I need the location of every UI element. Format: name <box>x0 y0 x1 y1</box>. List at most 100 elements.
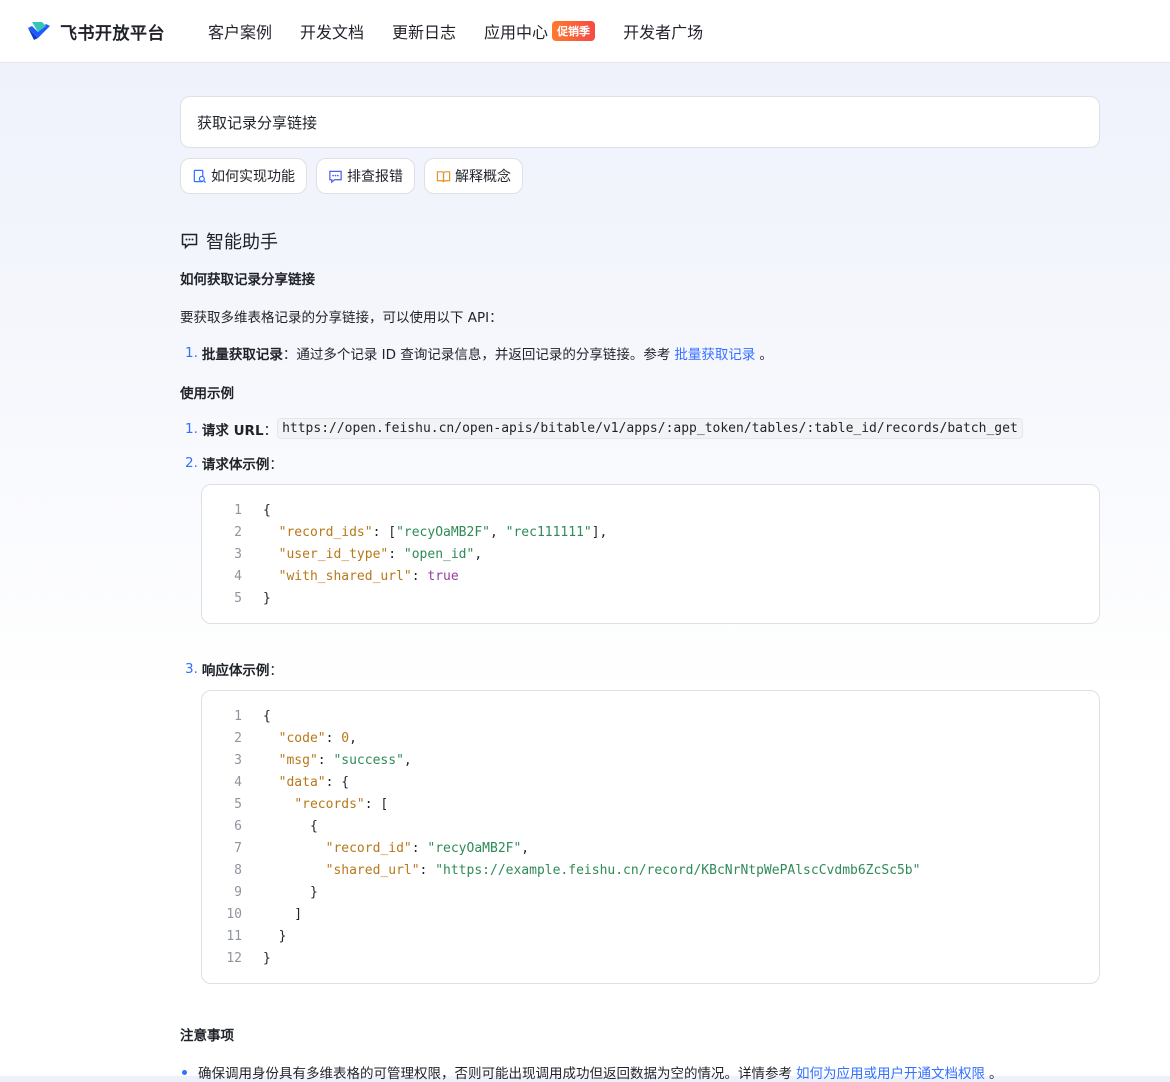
notes-heading: 注意事项 <box>180 1028 234 1044</box>
response-body-item: 3. 响应体示例 ： <box>185 659 1100 679</box>
bullet-dot <box>182 1069 187 1075</box>
line-number: 9 <box>234 884 242 900</box>
line-number: 10 <box>226 906 242 922</box>
list-number: 1. <box>185 345 198 361</box>
chip-label: 排查报错 <box>347 169 403 185</box>
nav-label: 更新日志 <box>392 23 457 42</box>
line-number: 5 <box>234 590 242 606</box>
nav-label: 客户案例 <box>208 23 273 42</box>
code-line: 10 ] <box>202 903 1099 925</box>
list-number: 3. <box>185 661 198 677</box>
search-input[interactable]: 获取记录分享链接 <box>180 96 1100 148</box>
code-text: "with_shared_url": true <box>278 568 459 584</box>
quick-chips: 如何实现功能 排查报错 解释概念 <box>180 158 1100 194</box>
code-text: "user_id_type": "open_id", <box>278 546 483 562</box>
code-line: 4 "data": { <box>202 771 1099 793</box>
batch-get-records-link[interactable]: 批量获取记录 <box>674 343 755 363</box>
note-text: 确保调用身份具有多维表格的可管理权限，否则可能出现调用成功但返回数据为空的情况。… <box>198 1066 792 1082</box>
doc-search-icon <box>193 169 207 183</box>
assistant-chat-icon <box>181 233 198 250</box>
code-text: "data": { <box>278 774 350 790</box>
step-label: 响应体示例 <box>201 663 270 679</box>
answer-heading: 如何获取记录分享链接 <box>180 272 315 288</box>
code-text: "code": 0, <box>278 730 357 746</box>
api-name: 批量获取记录 <box>201 347 283 363</box>
line-number: 12 <box>226 950 242 966</box>
api-list-item: 1. 批量获取记录 ：通过多个记录 ID 查询记录信息，并返回记录的分享链接。参… <box>185 343 1100 363</box>
code-line: 1{ <box>202 499 1099 521</box>
code-text: { <box>263 708 271 724</box>
nav-changelog[interactable]: 更新日志 <box>392 19 456 43</box>
code-line: 7 "record_id": "recyOaMB2F", <box>202 837 1099 859</box>
line-number: 1 <box>234 708 242 724</box>
step-sep: ： <box>269 663 283 679</box>
nav-customer-cases[interactable]: 客户案例 <box>208 19 272 43</box>
list-number: 2. <box>185 455 198 471</box>
line-number: 4 <box>234 568 242 584</box>
line-number: 3 <box>234 546 242 562</box>
request-url-item: 1. 请求 URL ： https://open.feishu.cn/open-… <box>185 418 1100 439</box>
line-number: 7 <box>234 840 242 856</box>
code-text: } <box>263 884 318 900</box>
code-text: } <box>263 928 287 944</box>
code-line: 1{ <box>202 705 1099 727</box>
book-icon <box>436 170 451 182</box>
assistant-title: 智能助手 <box>206 232 278 253</box>
request-code-block[interactable]: 1{2 "record_ids": ["recyOaMB2F", "rec111… <box>201 484 1100 624</box>
code-text: "shared_url": "https://example.feishu.cn… <box>325 862 921 878</box>
nav-app-center[interactable]: 应用中心 促销季 <box>484 19 596 43</box>
chip-explain-concept[interactable]: 解释概念 <box>424 158 523 194</box>
code-line: 8 "shared_url": "https://example.feishu.… <box>202 859 1099 881</box>
code-line: 3 "user_id_type": "open_id", <box>202 543 1099 565</box>
feishu-logo-icon <box>28 22 50 40</box>
line-number: 11 <box>226 928 242 944</box>
main-nav: 客户案例 开发文档 更新日志 应用中心 促销季 开发者广场 <box>208 19 731 43</box>
code-line: 2 "code": 0, <box>202 727 1099 749</box>
top-nav-bar: 飞书开放平台 客户案例 开发文档 更新日志 应用中心 促销季 开发者广场 <box>0 0 1170 63</box>
code-line: 6 { <box>202 815 1099 837</box>
brand-name: 飞书开放平台 <box>60 23 165 44</box>
request-body-item: 2. 请求体示例 ： <box>185 453 1100 473</box>
chip-label: 解释概念 <box>455 169 511 185</box>
chip-troubleshoot[interactable]: 排查报错 <box>316 158 415 194</box>
code-line: 5 "records": [ <box>202 793 1099 815</box>
line-number: 2 <box>234 730 242 746</box>
api-tail: 。 <box>759 347 773 363</box>
step-label: 请求 URL <box>201 422 264 439</box>
brand-logo[interactable]: 飞书开放平台 <box>26 19 196 44</box>
code-text: ] <box>263 906 303 922</box>
nav-label: 开发者广场 <box>623 23 704 42</box>
chip-label: 如何实现功能 <box>211 169 295 185</box>
line-number: 3 <box>234 752 242 768</box>
code-line: 2 "record_ids": ["recyOaMB2F", "rec11111… <box>202 521 1099 543</box>
code-line: 3 "msg": "success", <box>202 749 1099 771</box>
step-label: 请求体示例 <box>201 457 270 473</box>
request-url-code[interactable]: https://open.feishu.cn/open-apis/bitable… <box>277 418 1023 439</box>
answer-intro: 要获取多维表格记录的分享链接，可以使用以下 API： <box>180 310 503 326</box>
chat-bug-icon <box>329 170 342 183</box>
code-text: } <box>263 950 271 966</box>
nav-dev-docs[interactable]: 开发文档 <box>300 19 364 43</box>
response-code-block[interactable]: 1{2 "code": 0, 3 "msg": "success", 4 "data… <box>201 690 1100 984</box>
promo-badge: 促销季 <box>552 21 596 41</box>
usage-heading: 使用示例 <box>180 386 234 402</box>
code-text: { <box>263 818 318 834</box>
chip-how-to-implement[interactable]: 如何实现功能 <box>180 158 307 194</box>
line-number: 4 <box>234 774 242 790</box>
code-line: 9 } <box>202 881 1099 903</box>
line-number: 8 <box>234 862 242 878</box>
line-number: 6 <box>234 818 242 834</box>
search-query-text: 获取记录分享链接 <box>197 113 318 132</box>
code-text: { <box>263 502 271 518</box>
nav-label: 应用中心 <box>484 23 549 42</box>
note-tail: 。 <box>989 1066 1003 1082</box>
doc-permission-link[interactable]: 如何为应用或用户开通文档权限 <box>796 1062 985 1082</box>
code-text: "record_id": "recyOaMB2F", <box>325 840 530 856</box>
line-number: 2 <box>234 524 242 540</box>
code-line: 12} <box>202 947 1099 969</box>
step-sep: ： <box>269 457 283 473</box>
nav-developer-plaza[interactable]: 开发者广场 <box>623 19 703 43</box>
code-line: 11 } <box>202 925 1099 947</box>
api-description: ：通过多个记录 ID 查询记录信息，并返回记录的分享链接。参考 <box>282 347 671 363</box>
nav-label: 开发文档 <box>300 23 365 42</box>
